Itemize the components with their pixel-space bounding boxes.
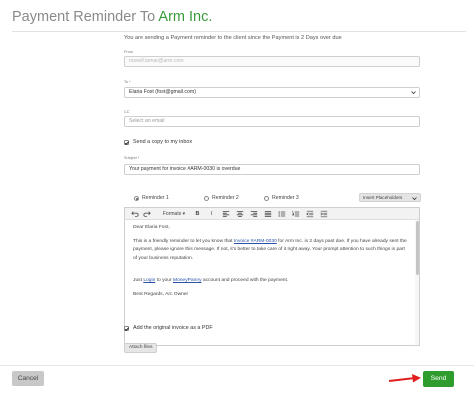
- attach-files-button[interactable]: Attach files: [124, 343, 158, 353]
- attach-pdf-label: Add the original invoice as a PDF: [133, 325, 213, 331]
- subject-input[interactable]: Your payment for invoice #ARM-0030 is ov…: [124, 164, 420, 175]
- reminder-2-label: Reminder 2: [212, 195, 239, 201]
- send-button[interactable]: Send: [423, 371, 454, 387]
- reminder-1-radio[interactable]: [134, 196, 139, 201]
- p2-text-after: account and proceed with the payment.: [201, 278, 289, 283]
- undo-icon: [131, 211, 139, 217]
- bullet-list-icon: [278, 211, 286, 217]
- align-right-button[interactable]: [250, 210, 258, 218]
- italic-button[interactable]: I: [208, 210, 215, 218]
- from-field: nowell.lamar@arm.com: [124, 56, 420, 67]
- footer-divider: [0, 365, 474, 366]
- cc-label: CC: [124, 110, 130, 114]
- editor-toolbar: Formats ▾ B I: [125, 208, 419, 220]
- numbered-list-button[interactable]: [292, 210, 300, 218]
- align-center-button[interactable]: [236, 210, 244, 218]
- align-justify-button[interactable]: [264, 210, 272, 218]
- body-paragraph-1: This is a friendly reminder to let you k…: [133, 238, 409, 263]
- bullet-list-button[interactable]: [278, 210, 286, 218]
- bold-button[interactable]: B: [194, 210, 201, 218]
- reminder-1-label: Reminder 1: [142, 195, 169, 201]
- from-value: nowell.lamar@arm.com: [129, 58, 184, 64]
- subject-value: Your payment for invoice #ARM-0030 is ov…: [129, 166, 241, 172]
- red-arrow-icon: [388, 374, 421, 383]
- editor-scrollbar[interactable]: [415, 220, 419, 345]
- invoice-link[interactable]: Invoice #ARM-0030: [234, 239, 277, 244]
- title-prefix: Payment Reminder To: [12, 9, 156, 25]
- from-label: From: [124, 50, 133, 54]
- to-label: To *: [124, 80, 131, 84]
- p2-text-mid: to your: [155, 278, 173, 283]
- client-name: Arm Inc.: [158, 9, 213, 25]
- reminder-3-label: Reminder 3: [272, 195, 299, 201]
- outdent-icon: [306, 210, 314, 218]
- outdent-button[interactable]: [306, 210, 314, 218]
- body-paragraph-2: Just Login to your MoneyPanny account an…: [133, 277, 409, 285]
- caret-down-icon: ▾: [182, 211, 186, 217]
- send-copy-label: Send a copy to my inbox: [133, 139, 193, 145]
- greeting-text: Dear Elaria Fost,: [133, 225, 170, 230]
- cc-placeholder: Select an email: [129, 118, 165, 124]
- p1-text-before: This is a friendly reminder to let you k…: [133, 239, 234, 244]
- subject-label: Subject *: [124, 156, 140, 160]
- page-title: Payment Reminder To Arm Inc.: [12, 9, 212, 25]
- reminder-2-radio[interactable]: [204, 196, 209, 201]
- redo-button[interactable]: [143, 210, 151, 218]
- formats-dropdown[interactable]: Formats ▾: [158, 210, 190, 218]
- numbered-list-icon: [292, 211, 300, 217]
- cancel-button[interactable]: Cancel: [12, 371, 44, 386]
- align-left-icon: [222, 211, 230, 217]
- chevron-down-icon: [411, 91, 416, 95]
- attach-pdf-checkbox[interactable]: [124, 326, 129, 331]
- to-value: Elaria Fost (fost@gmail.com): [129, 89, 196, 95]
- reminder-3-radio[interactable]: [264, 196, 269, 201]
- align-justify-icon: [264, 211, 272, 217]
- title-divider: [12, 31, 466, 32]
- p2-text-before: Just: [133, 278, 144, 283]
- align-left-button[interactable]: [222, 210, 230, 218]
- redo-icon: [143, 211, 151, 217]
- insert-placeholders-button[interactable]: Insert Placeholders: [359, 193, 421, 202]
- moneypanny-link[interactable]: MoneyPanny: [173, 278, 202, 283]
- overdue-notice: You are sending a Payment reminder to th…: [124, 35, 342, 41]
- align-center-icon: [236, 211, 244, 217]
- to-select[interactable]: Elaria Fost (fost@gmail.com): [124, 87, 420, 98]
- signoff-text: Best Regards, Arc Owner: [133, 292, 189, 297]
- editor-scrollbar-thumb[interactable]: [415, 221, 419, 275]
- send-copy-checkbox[interactable]: [124, 140, 129, 145]
- login-link[interactable]: Login: [143, 278, 155, 283]
- chevron-down-icon: [412, 196, 417, 200]
- indent-button[interactable]: [320, 210, 328, 218]
- indent-icon: [320, 210, 328, 218]
- cc-select[interactable]: Select an email: [124, 116, 420, 127]
- formats-label: Formats: [162, 211, 182, 217]
- undo-button[interactable]: [131, 210, 139, 218]
- align-right-icon: [250, 211, 258, 217]
- insert-placeholders-label: Insert Placeholders: [363, 195, 403, 200]
